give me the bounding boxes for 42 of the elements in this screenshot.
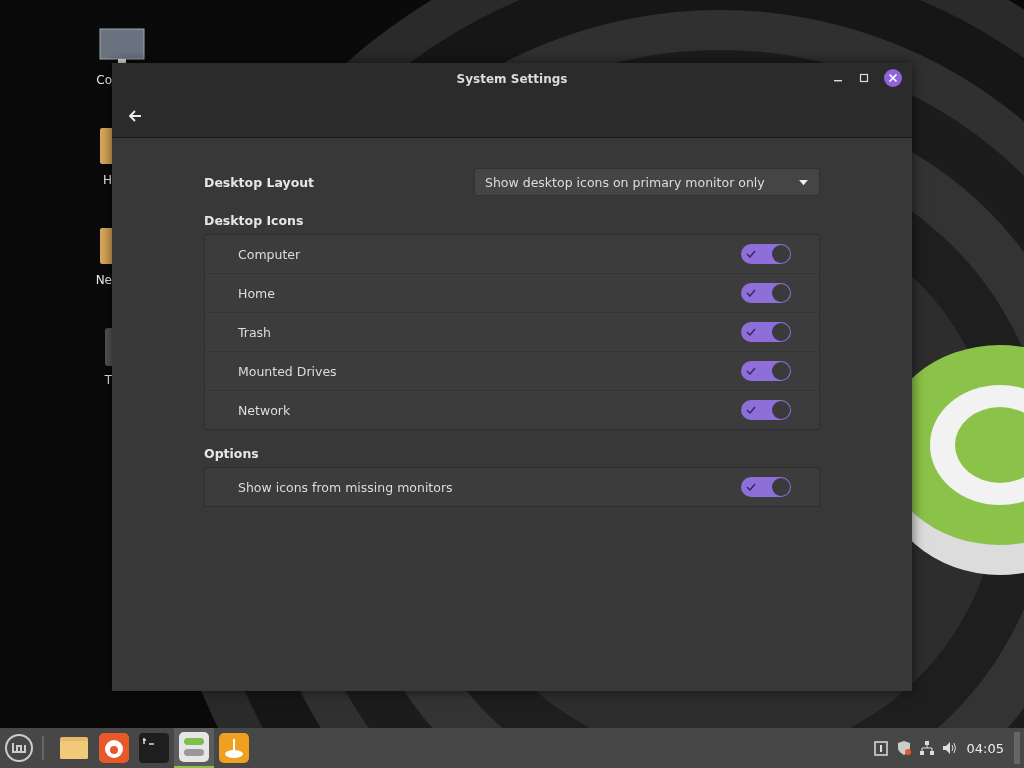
shield-icon[interactable]: [895, 740, 912, 756]
network-icon[interactable]: [918, 740, 935, 756]
desktop-icon-label: H: [102, 173, 112, 187]
taskbar-app-button[interactable]: [174, 728, 214, 768]
toggles-icon: [179, 732, 209, 762]
browser-icon: [99, 733, 129, 763]
menu-logo-icon[interactable]: [4, 733, 34, 763]
check-icon: [746, 406, 756, 414]
back-arrow-icon[interactable]: [128, 109, 142, 123]
desktop-icon-label: Co: [96, 73, 112, 87]
toggle-switch[interactable]: [741, 244, 791, 264]
check-icon: [746, 328, 756, 336]
setting-label: Trash: [238, 324, 272, 340]
check-icon: [746, 367, 756, 375]
setting-label: Desktop Layout: [204, 174, 315, 190]
terminal-icon: [139, 733, 169, 763]
toggle-switch[interactable]: [741, 283, 791, 303]
section-title: Desktop Icons: [204, 213, 305, 228]
check-icon: [746, 289, 756, 297]
close-icon[interactable]: [884, 69, 902, 87]
setting-label: Show icons from missing monitors: [238, 479, 453, 495]
setting-label: Computer: [238, 246, 301, 262]
clock[interactable]: 04:05: [966, 740, 1004, 756]
clipboard-icon[interactable]: [872, 740, 889, 756]
desktop-icon-label: Ne: [95, 273, 112, 287]
toggle-switch[interactable]: [741, 477, 791, 497]
toggle-switch[interactable]: [741, 322, 791, 342]
toggle-switch[interactable]: [741, 400, 791, 420]
desktop-icon-label: T: [104, 373, 112, 387]
window-title: System Settings: [456, 72, 568, 86]
check-icon: [746, 483, 756, 491]
layout-dropdown[interactable]: Show desktop icons on primary monitor only: [474, 168, 820, 196]
caret-icon: [798, 178, 809, 186]
toggle-switch[interactable]: [741, 361, 791, 381]
setting-label: Network: [238, 402, 291, 418]
section-title: Options: [204, 446, 260, 461]
check-icon: [746, 250, 756, 258]
software-icon: [219, 733, 249, 763]
volume-icon[interactable]: [941, 740, 958, 756]
setting-label: Mounted Drives: [238, 363, 337, 379]
setting-label: Home: [238, 285, 275, 301]
maximize-icon[interactable]: [858, 72, 870, 84]
